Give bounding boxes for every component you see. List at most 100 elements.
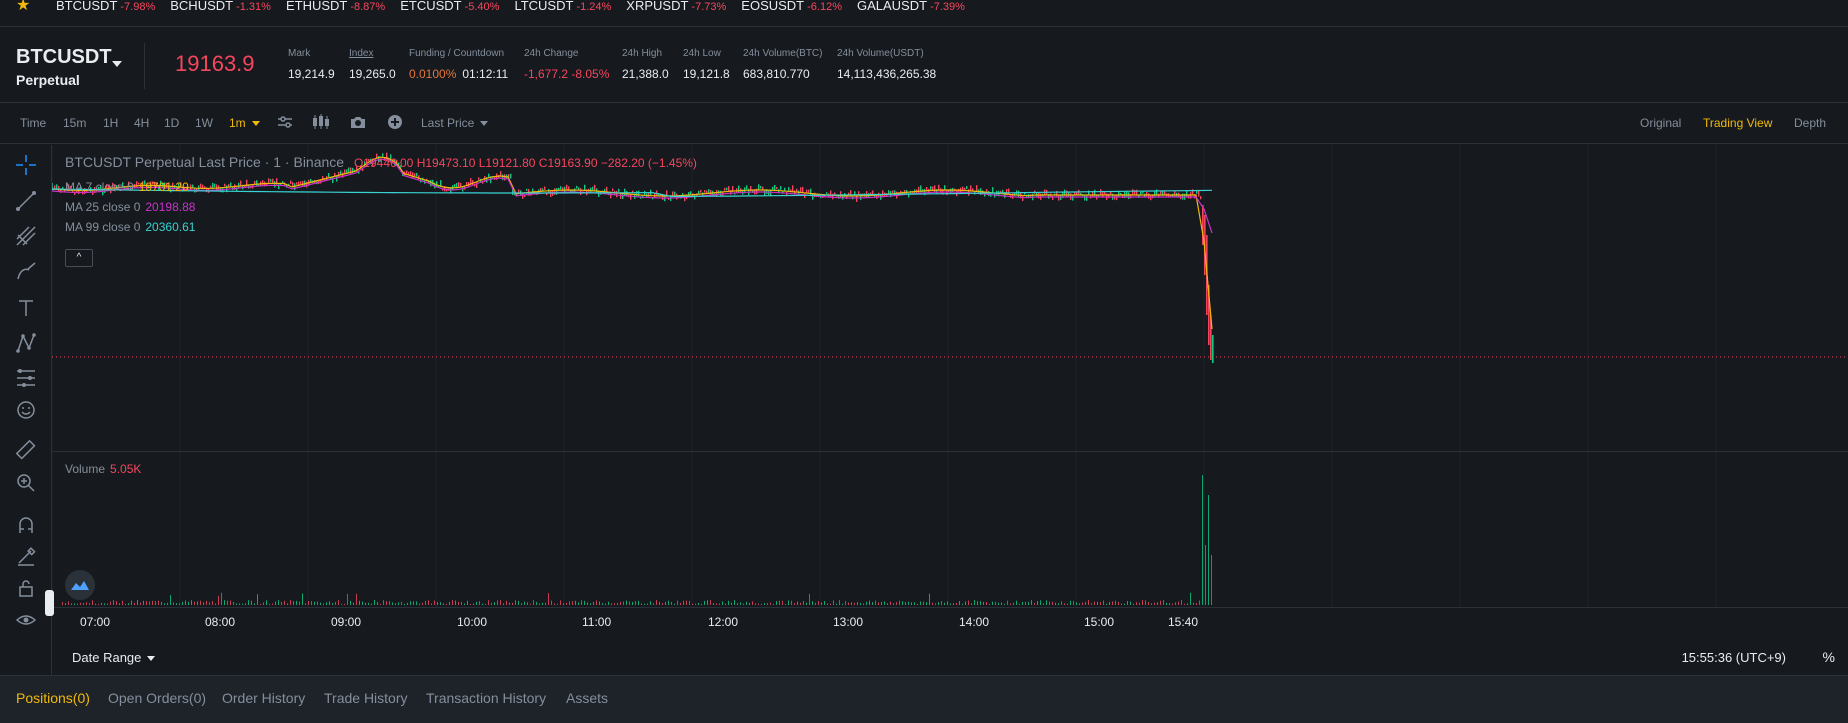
- volume-bar: [1142, 600, 1143, 605]
- view-trading-view-tab[interactable]: Trading View: [1703, 116, 1772, 130]
- volume-bar: [926, 602, 927, 605]
- candle: [270, 179, 272, 182]
- tradingview-logo-icon[interactable]: [65, 570, 95, 600]
- crosshair-icon[interactable]: [13, 152, 39, 178]
- volume-bar: [554, 603, 555, 605]
- volume-bar: [623, 601, 624, 605]
- low-stat: 24h Low 19,121.8: [683, 48, 730, 81]
- brush-icon[interactable]: [13, 258, 39, 284]
- eye-icon[interactable]: [13, 607, 39, 633]
- volume-label: Volume: [65, 462, 106, 476]
- chart-title: BTCUSDT Perpetual Last Price · 1 · Binan…: [65, 154, 345, 170]
- ruler-icon[interactable]: [13, 437, 39, 463]
- volume-bar: [455, 600, 456, 605]
- volume-bar: [794, 602, 795, 605]
- volume-bar: [1019, 603, 1020, 605]
- candle: [1128, 192, 1130, 200]
- magnet-icon[interactable]: [13, 512, 39, 538]
- trend-line-icon[interactable]: [13, 188, 39, 214]
- ma25-legend[interactable]: MA 25 close 0 20198.88: [65, 200, 195, 214]
- change-value: -1,677.2 -8.05%: [524, 67, 610, 81]
- tab-transaction-history[interactable]: Transaction History: [426, 690, 546, 706]
- tab-order-history[interactable]: Order History: [222, 690, 305, 706]
- volume-bar: [827, 603, 828, 605]
- collapse-legend-button[interactable]: ^: [65, 249, 93, 267]
- zoom-in-icon[interactable]: [13, 470, 39, 496]
- text-tool-icon[interactable]: [13, 295, 39, 321]
- interval-time[interactable]: Time: [20, 116, 46, 130]
- volume-bar: [1094, 601, 1095, 605]
- pane-divider[interactable]: [52, 451, 1848, 452]
- interval-1d[interactable]: 1D: [164, 116, 179, 130]
- camera-icon[interactable]: [349, 114, 367, 130]
- volume-bar: [185, 600, 186, 605]
- scroll-handle[interactable]: [45, 590, 54, 616]
- candle: [616, 190, 618, 198]
- timezone-clock[interactable]: 15:55:36 (UTC+9): [1682, 650, 1786, 665]
- candle: [1200, 196, 1202, 200]
- interval-1h[interactable]: 1H: [103, 116, 118, 130]
- ticker-item[interactable]: LTCUSDT -1.24%: [514, 0, 611, 13]
- ticker-item[interactable]: GALAUSDT -7.39%: [857, 0, 965, 13]
- interval-dropdown[interactable]: 1m: [229, 116, 260, 130]
- volume-bar: [614, 603, 615, 605]
- volume-bar: [1205, 545, 1206, 605]
- tab-trade-history[interactable]: Trade History: [324, 690, 408, 706]
- ma99-legend[interactable]: MA 99 close 0 20360.61: [65, 220, 195, 234]
- candlestick-icon[interactable]: [311, 114, 329, 130]
- candle: [986, 189, 988, 192]
- tab-assets[interactable]: Assets: [566, 690, 608, 706]
- candle: [918, 186, 920, 194]
- symbol-name[interactable]: BTCUSDT: [16, 46, 112, 69]
- ticker-item[interactable]: EOSUSDT -6.12%: [741, 0, 842, 13]
- volume-bar: [1118, 601, 1119, 605]
- fib-levels-icon[interactable]: [13, 365, 39, 391]
- emoji-icon[interactable]: [13, 397, 39, 423]
- symbol-dropdown-icon[interactable]: [112, 61, 122, 67]
- volume-bar: [665, 601, 666, 605]
- interval-15m[interactable]: 15m: [63, 116, 86, 130]
- ticker-item[interactable]: BTCUSDT -7.98%: [56, 0, 155, 13]
- candle: [578, 187, 580, 190]
- lock-icon[interactable]: [13, 575, 39, 601]
- candle: [430, 179, 432, 187]
- index-stat[interactable]: Index 19,265.0: [349, 48, 396, 81]
- ticker-symbol: GALAUSDT: [856, 0, 928, 13]
- ticker-item[interactable]: ETCUSDT -5.40%: [400, 0, 499, 13]
- index-label[interactable]: Index: [349, 48, 396, 59]
- ticker-item[interactable]: BCHUSDT -1.31%: [170, 0, 271, 13]
- ticker-item[interactable]: XRPUSDT -7.73%: [626, 0, 726, 13]
- price-type-dropdown[interactable]: Last Price: [421, 116, 489, 130]
- candle: [592, 186, 594, 191]
- volume-bar: [71, 603, 72, 605]
- view-depth-tab[interactable]: Depth: [1794, 116, 1826, 130]
- stay-in-drawing-icon[interactable]: [13, 543, 39, 569]
- interval-4h[interactable]: 4H: [134, 116, 149, 130]
- volume-bar: [299, 601, 300, 605]
- candle: [580, 188, 582, 195]
- volume-bar: [398, 602, 399, 605]
- percent-scale-toggle[interactable]: %: [1823, 649, 1835, 665]
- view-original-tab[interactable]: Original: [1640, 116, 1681, 130]
- volume-bar: [599, 601, 600, 605]
- ma7-legend[interactable]: MA 7 close 0 19701.20: [65, 180, 189, 194]
- ticker-change: -1.24%: [576, 1, 612, 13]
- interval-1w[interactable]: 1W: [195, 116, 213, 130]
- candle: [1094, 189, 1096, 197]
- volume-bar: [308, 601, 309, 605]
- tab-open-orders[interactable]: Open Orders(0): [108, 690, 206, 706]
- candle: [612, 188, 614, 192]
- tab-positions[interactable]: Positions(0): [16, 690, 90, 706]
- star-icon[interactable]: ★: [16, 0, 30, 15]
- price-chart[interactable]: [52, 145, 1848, 608]
- add-indicator-icon[interactable]: [386, 114, 404, 130]
- volume-bar: [359, 600, 360, 605]
- ticker-item[interactable]: ETHUSDT -8.87%: [286, 0, 385, 13]
- pattern-icon[interactable]: [13, 330, 39, 356]
- volume-bar: [950, 603, 951, 605]
- date-range-dropdown[interactable]: Date Range: [72, 650, 156, 665]
- volume-bar: [80, 602, 81, 605]
- pitchfork-icon[interactable]: [13, 223, 39, 249]
- chart-area[interactable]: BTCUSDT Perpetual Last Price · 1 · Binan…: [52, 145, 1848, 629]
- indicator-settings-icon[interactable]: [276, 114, 294, 130]
